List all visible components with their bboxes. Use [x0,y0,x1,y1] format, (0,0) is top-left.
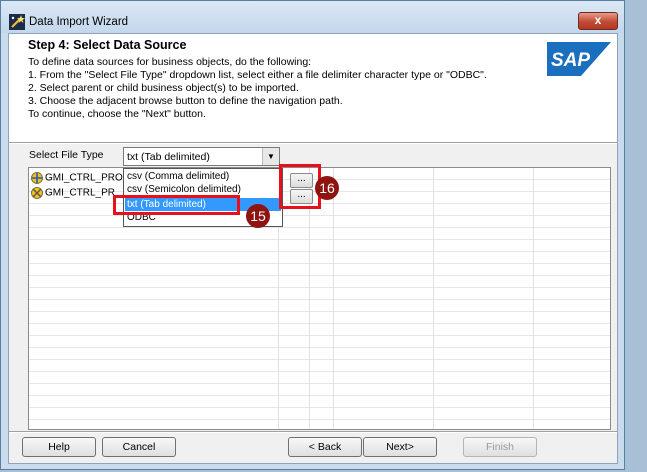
business-object-icon [31,172,43,184]
window-title: Data Import Wizard [29,16,129,28]
sap-logo-text: SAP [551,50,590,71]
next-button[interactable]: Next> [363,437,437,457]
highlight-txt-option [113,195,240,215]
step-badge-16: 16 [315,176,339,200]
sap-logo: SAP [547,42,611,76]
instruction-line-2: 1. From the "Select File Type" dropdown … [28,69,487,81]
cancel-button[interactable]: Cancel [102,437,176,457]
step-badge-15: 15 [246,204,270,228]
instruction-line-4: 3. Choose the adjacent browse button to … [28,95,343,107]
close-icon: x [594,13,602,27]
wizard-header: Step 4: Select Data Source To define dat… [9,34,617,142]
footer-separator [9,431,617,433]
file-type-dropdown[interactable]: txt (Tab delimited) ▼ [123,147,280,166]
object-name: GMI_CTRL_PRO [45,172,123,184]
help-button[interactable]: Help [22,437,96,457]
grid-column-divider [333,168,334,429]
option-csv-comma[interactable]: csv (Comma delimited) [125,170,281,183]
instruction-line-5: To continue, choose the "Next" button. [28,108,206,120]
close-button[interactable]: x [578,12,618,30]
list-item[interactable]: GMI_CTRL_PRO [31,172,123,185]
instruction-line-1: To define data sources for business obje… [28,56,312,68]
file-type-selected-value: txt (Tab delimited) [127,151,210,163]
wizard-client-area: Step 4: Select Data Source To define dat… [8,33,618,464]
file-type-label: Select File Type [29,149,104,161]
instruction-line-3: 2. Select parent or child business objec… [28,82,299,94]
finish-button[interactable]: Finish [463,437,537,457]
list-item[interactable]: GMI_CTRL_PR [31,187,115,200]
wizard-app-icon [9,14,25,30]
title-bar: Data Import Wizard x [1,1,624,33]
object-name: GMI_CTRL_PR [45,187,116,199]
grid-column-divider [533,168,534,429]
chevron-down-icon[interactable]: ▼ [262,148,279,165]
step-title: Step 4: Select Data Source [28,38,187,52]
wizard-window: Data Import Wizard x Step 4: Select Data… [0,0,625,470]
header-separator [9,142,617,144]
grid-column-divider [433,168,434,429]
business-object-icon [31,187,43,199]
back-button[interactable]: < Back [288,437,362,457]
